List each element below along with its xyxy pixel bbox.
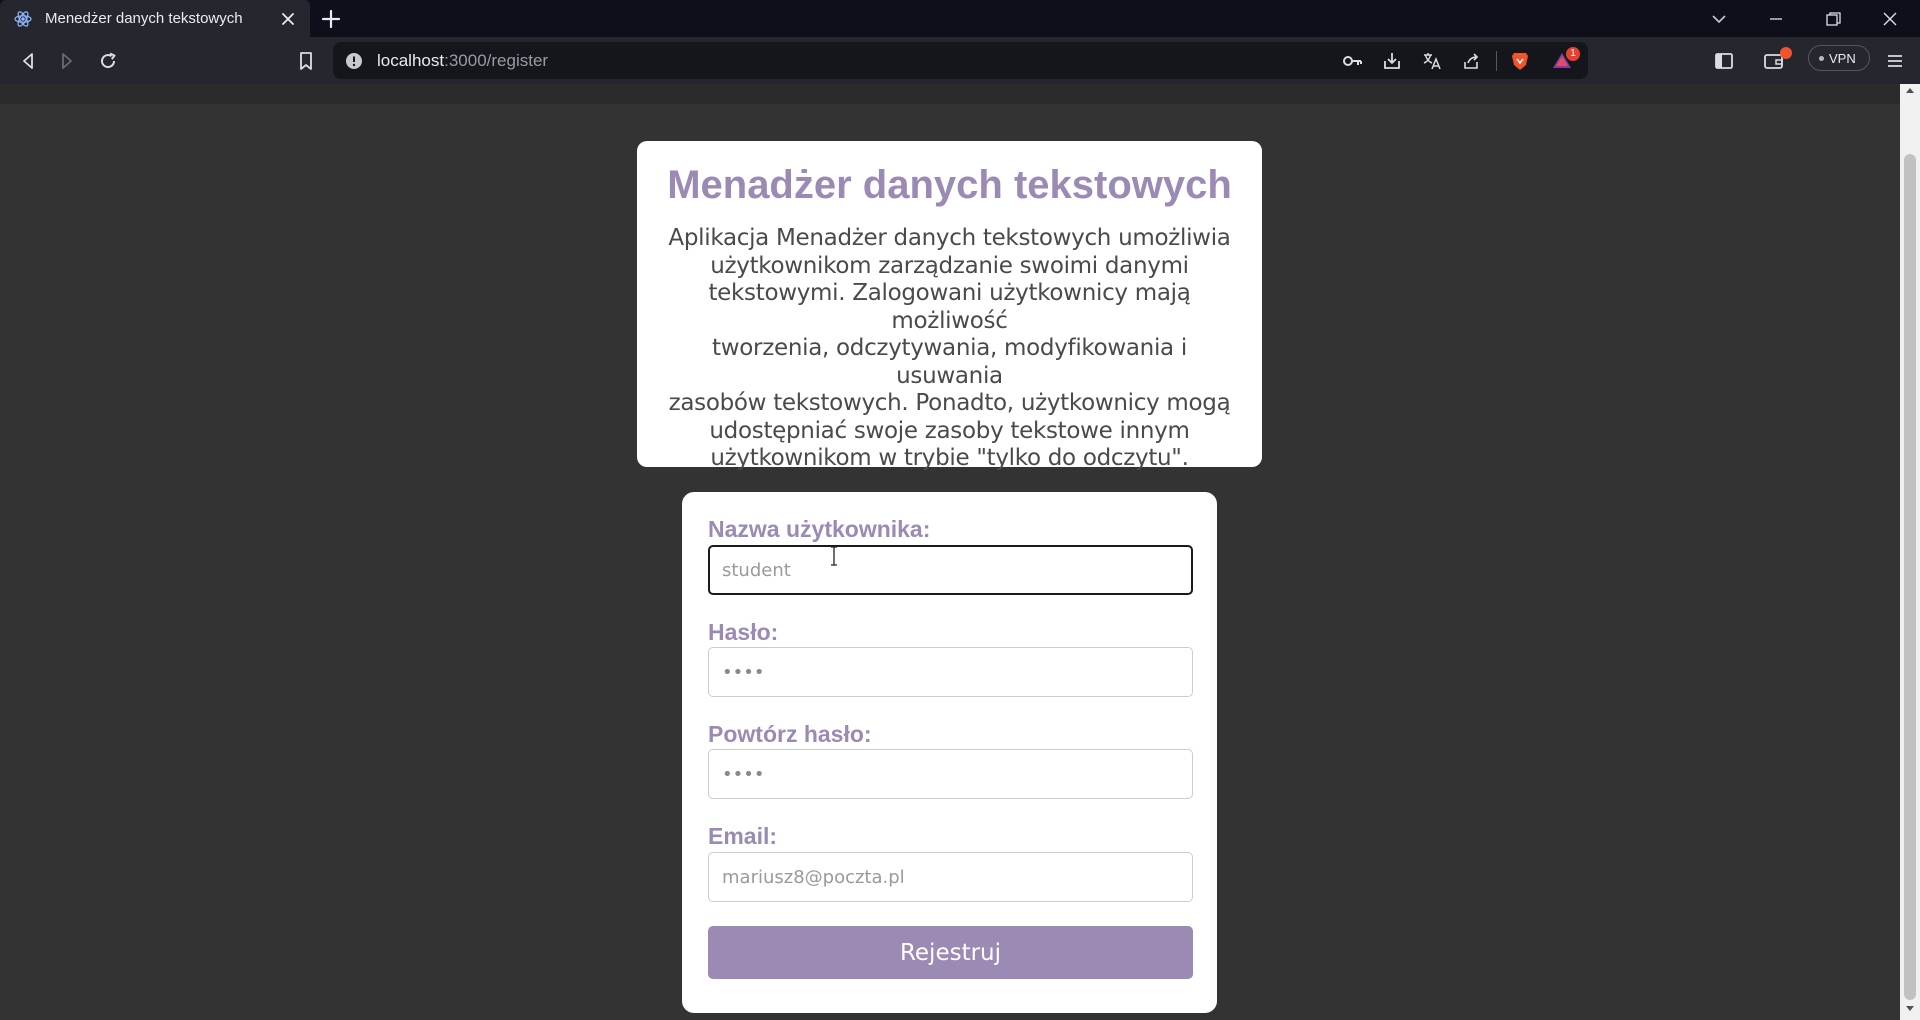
- scrollbar-thumb[interactable]: [1904, 154, 1916, 1000]
- close-icon[interactable]: [278, 9, 298, 29]
- toolbar-divider: [1496, 51, 1497, 71]
- wallet-notification-dot: [1780, 47, 1792, 59]
- vpn-status-dot: [1819, 56, 1824, 61]
- translate-icon[interactable]: [1421, 50, 1443, 72]
- scroll-down-arrow-icon[interactable]: [1906, 1006, 1914, 1011]
- info-icon[interactable]: [345, 52, 363, 70]
- page-viewport: Menadżer danych tekstowych Aplikacja Men…: [0, 84, 1920, 1020]
- vpn-button[interactable]: VPN: [1808, 45, 1870, 71]
- rewards-badge: 1: [1566, 47, 1580, 61]
- vertical-scrollbar[interactable]: [1900, 84, 1920, 1020]
- back-arrow-icon[interactable]: [16, 49, 40, 73]
- description-line: Aplikacja Menadżer danych tekstowych umo…: [668, 225, 1231, 251]
- restore-icon[interactable]: [1820, 6, 1846, 32]
- text-cursor-icon: [831, 546, 837, 566]
- url-text[interactable]: localhost:3000/register: [377, 51, 548, 71]
- hamburger-menu-icon[interactable]: [1883, 49, 1907, 73]
- close-window-icon[interactable]: [1877, 6, 1903, 32]
- description-line: zasobów tekstowych. Ponadto, użytkownicy…: [668, 390, 1231, 416]
- register-button[interactable]: Rejestruj: [708, 926, 1193, 979]
- description-line: tworzenia, odczytywania, modyfikowania i…: [712, 335, 1187, 389]
- app-title: Menadżer danych tekstowych: [667, 163, 1232, 207]
- share-icon[interactable]: [1461, 50, 1483, 72]
- browser-toolbar: localhost:3000/register 1 VPN: [0, 37, 1920, 84]
- email-input[interactable]: [708, 852, 1193, 902]
- description-line: udostępniać swoje zasoby tekstowe innym: [709, 417, 1190, 444]
- password-input[interactable]: [708, 647, 1193, 697]
- app-description-card: Menadżer danych tekstowych Aplikacja Men…: [637, 141, 1262, 471]
- brave-lion-icon[interactable]: [1509, 50, 1531, 72]
- username-label: Nazwa użytkownika:: [708, 516, 931, 542]
- vpn-label: VPN: [1829, 51, 1856, 66]
- tab-title: Menedżer danych tekstowych: [45, 10, 243, 27]
- url-host: localhost: [377, 51, 445, 70]
- repeat-password-label: Powtórz hasło:: [708, 721, 872, 747]
- browser-tab[interactable]: Menedżer danych tekstowych: [0, 0, 310, 37]
- bookmark-icon[interactable]: [294, 49, 318, 73]
- sidebar-icon[interactable]: [1712, 49, 1736, 73]
- url-path: :3000/register: [444, 51, 549, 70]
- tab-strip: Menedżer danych tekstowych: [0, 0, 1920, 37]
- description-line: użytkownikom zarządzanie swoimi danymi: [710, 252, 1189, 279]
- tab-search-chevron-icon[interactable]: [1706, 6, 1732, 32]
- page-top-strip: [0, 84, 1900, 104]
- download-icon[interactable]: [1381, 50, 1403, 72]
- minimize-icon[interactable]: [1763, 6, 1789, 32]
- register-form: Nazwa użytkownika: Hasło: Powtórz hasło:…: [682, 492, 1217, 1013]
- key-icon[interactable]: [1341, 50, 1363, 72]
- app-description: Aplikacja Menadżer danych tekstowych umo…: [663, 225, 1236, 473]
- username-input[interactable]: [708, 545, 1193, 595]
- address-bar[interactable]: localhost:3000/register 1: [333, 42, 1588, 79]
- scroll-up-arrow-icon[interactable]: [1906, 88, 1914, 93]
- description-line: użytkownikom w trybie "tylko do odczytu"…: [710, 445, 1189, 471]
- reload-icon[interactable]: [96, 49, 120, 73]
- email-label: Email:: [708, 823, 778, 849]
- forward-arrow-icon[interactable]: [55, 49, 79, 73]
- password-label: Hasło:: [708, 619, 779, 645]
- new-tab-plus-icon[interactable]: [320, 8, 342, 30]
- repeat-password-input[interactable]: [708, 749, 1193, 799]
- react-atom-icon: [14, 11, 32, 27]
- description-line: tekstowymi. Zalogowani użytkownicy mają …: [708, 280, 1191, 334]
